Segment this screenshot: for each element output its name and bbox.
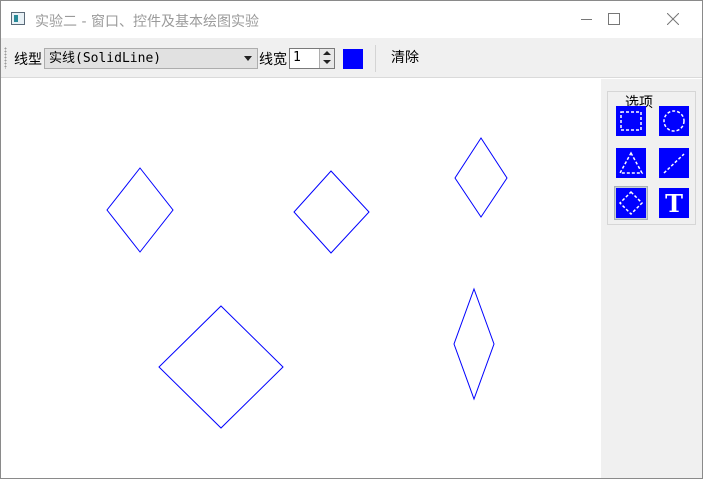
toolbar-separator (375, 45, 376, 72)
maximize-button[interactable] (591, 1, 637, 37)
diamond-shape (158, 305, 284, 429)
diamond-shape (453, 287, 495, 401)
maximize-icon (608, 13, 620, 25)
text-t-icon: T (659, 188, 689, 218)
drawing-canvas[interactable] (1, 79, 601, 478)
diamond-shape (454, 137, 508, 218)
triangle-tool-button[interactable] (614, 146, 648, 180)
line-style-label: 线型 (14, 52, 42, 68)
clear-button[interactable]: 清除 (385, 46, 425, 70)
text-tool-button[interactable]: T (657, 186, 691, 220)
main-window: 实验二 - 窗口、控件及基本绘图实验 线型 实线(SolidLine) 线宽 1… (0, 0, 703, 479)
line-width-spinbox[interactable]: 1 (289, 48, 335, 69)
text-tool-label: T (665, 189, 683, 218)
close-icon (667, 13, 679, 25)
rectangle-tool-button[interactable] (614, 104, 648, 138)
title-bar[interactable]: 实验二 - 窗口、控件及基本绘图实验 (1, 1, 702, 38)
spin-buttons[interactable] (319, 49, 334, 68)
diamond-shape (106, 167, 174, 253)
options-group: 选项 T (607, 91, 696, 225)
dropdown-arrow-icon (244, 56, 252, 61)
toolbar-grip[interactable] (4, 47, 7, 69)
line-width-value: 1 (293, 50, 301, 65)
app-icon (11, 12, 25, 25)
ellipse-tool-button[interactable] (657, 104, 691, 138)
line-width-label: 线宽 (259, 52, 287, 68)
line-style-combobox[interactable]: 实线(SolidLine) (44, 48, 258, 69)
spin-down-icon[interactable] (323, 60, 331, 64)
line-style-value: 实线(SolidLine) (49, 51, 162, 66)
dashed-line-icon (659, 148, 689, 178)
spin-up-icon[interactable] (323, 51, 331, 55)
options-panel: 选项 T (601, 79, 702, 478)
line-tool-button[interactable] (657, 146, 691, 180)
window-title: 实验二 - 窗口、控件及基本绘图实验 (35, 14, 259, 30)
diamond-tool-button[interactable] (614, 186, 648, 220)
dashed-circle-icon (659, 106, 689, 136)
pen-color-button[interactable] (343, 49, 363, 69)
dashed-rectangle-icon (616, 106, 646, 136)
diamond-shape (293, 170, 370, 254)
toolbar: 线型 实线(SolidLine) 线宽 1 清除 (1, 38, 702, 78)
close-button[interactable] (650, 1, 696, 37)
dashed-diamond-icon (616, 188, 646, 218)
dashed-triangle-icon (616, 148, 646, 178)
